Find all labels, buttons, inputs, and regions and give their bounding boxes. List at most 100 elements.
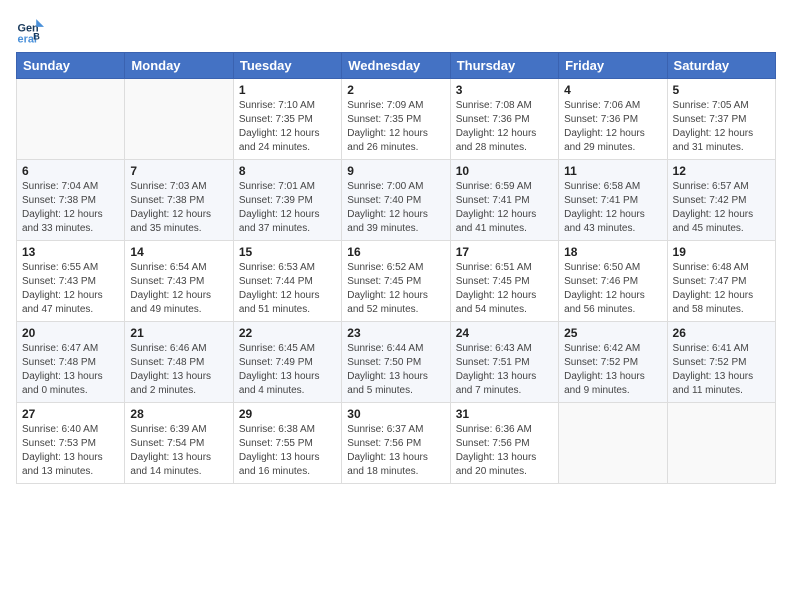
calendar-cell: 21 Sunrise: 6:46 AM Sunset: 7:48 PM Dayli… <box>125 322 233 403</box>
day-number: 5 <box>673 83 770 97</box>
calendar-cell: 11 Sunrise: 6:58 AM Sunset: 7:41 PM Dayli… <box>559 160 667 241</box>
day-info: Sunrise: 6:44 AM Sunset: 7:50 PM Dayligh… <box>347 342 444 398</box>
calendar-week-row: 20Sunrise: 6:47 AM Sunset: 7:48 PM Dayli… <box>17 322 776 403</box>
weekday-header: Friday <box>559 53 667 79</box>
calendar-cell: 20Sunrise: 6:47 AM Sunset: 7:48 PM Dayli… <box>17 322 125 403</box>
weekday-header: Saturday <box>667 53 775 79</box>
day-info: Sunrise: 7:01 AM Sunset: 7:39 PM Dayligh… <box>239 180 336 236</box>
day-number: 26 <box>673 326 770 340</box>
day-number: 8 <box>239 164 336 178</box>
day-info: Sunrise: 7:08 AM Sunset: 7:36 PM Dayligh… <box>456 99 553 155</box>
day-number: 29 <box>239 407 336 421</box>
calendar-cell: 16 Sunrise: 6:52 AM Sunset: 7:45 PM Dayli… <box>342 241 450 322</box>
day-info: Sunrise: 6:37 AM Sunset: 7:56 PM Dayligh… <box>347 423 444 479</box>
calendar-cell: 31 Sunrise: 6:36 AM Sunset: 7:56 PM Dayli… <box>450 403 558 484</box>
calendar-week-row: 13 Sunrise: 6:55 AM Sunset: 7:43 PM Dayli… <box>17 241 776 322</box>
day-info: Sunrise: 6:57 AM Sunset: 7:42 PM Dayligh… <box>673 180 770 236</box>
day-info: Sunrise: 6:43 AM Sunset: 7:51 PM Dayligh… <box>456 342 553 398</box>
day-info: Sunrise: 6:53 AM Sunset: 7:44 PM Dayligh… <box>239 261 336 317</box>
day-info: Sunrise: 6:40 AM Sunset: 7:53 PM Dayligh… <box>22 423 119 479</box>
day-number: 3 <box>456 83 553 97</box>
day-info: Sunrise: 6:58 AM Sunset: 7:41 PM Dayligh… <box>564 180 661 236</box>
day-number: 4 <box>564 83 661 97</box>
day-info: Sunrise: 6:50 AM Sunset: 7:46 PM Dayligh… <box>564 261 661 317</box>
day-info: Sunrise: 6:59 AM Sunset: 7:41 PM Dayligh… <box>456 180 553 236</box>
logo-icon: Gen eral B <box>16 16 44 44</box>
day-number: 31 <box>456 407 553 421</box>
day-number: 9 <box>347 164 444 178</box>
logo: Gen eral B <box>16 16 48 44</box>
calendar-cell: 17 Sunrise: 6:51 AM Sunset: 7:45 PM Dayli… <box>450 241 558 322</box>
day-number: 22 <box>239 326 336 340</box>
calendar-header-row: SundayMondayTuesdayWednesdayThursdayFrid… <box>17 53 776 79</box>
day-info: Sunrise: 6:54 AM Sunset: 7:43 PM Dayligh… <box>130 261 227 317</box>
day-info: Sunrise: 6:39 AM Sunset: 7:54 PM Dayligh… <box>130 423 227 479</box>
calendar-cell: 9 Sunrise: 7:00 AM Sunset: 7:40 PM Daylig… <box>342 160 450 241</box>
day-info: Sunrise: 7:09 AM Sunset: 7:35 PM Dayligh… <box>347 99 444 155</box>
svg-text:B: B <box>33 31 40 41</box>
day-info: Sunrise: 6:52 AM Sunset: 7:45 PM Dayligh… <box>347 261 444 317</box>
day-number: 28 <box>130 407 227 421</box>
calendar-cell: 28 Sunrise: 6:39 AM Sunset: 7:54 PM Dayli… <box>125 403 233 484</box>
day-info: Sunrise: 6:55 AM Sunset: 7:43 PM Dayligh… <box>22 261 119 317</box>
day-number: 2 <box>347 83 444 97</box>
calendar-cell: 25Sunrise: 6:42 AM Sunset: 7:52 PM Dayli… <box>559 322 667 403</box>
day-info: Sunrise: 7:05 AM Sunset: 7:37 PM Dayligh… <box>673 99 770 155</box>
weekday-header: Sunday <box>17 53 125 79</box>
calendar-cell: 26Sunrise: 6:41 AM Sunset: 7:52 PM Dayli… <box>667 322 775 403</box>
day-info: Sunrise: 6:36 AM Sunset: 7:56 PM Dayligh… <box>456 423 553 479</box>
calendar-cell: 12 Sunrise: 6:57 AM Sunset: 7:42 PM Dayli… <box>667 160 775 241</box>
calendar-week-row: 6 Sunrise: 7:04 AM Sunset: 7:38 PM Daylig… <box>17 160 776 241</box>
calendar-week-row: 1Sunrise: 7:10 AM Sunset: 7:35 PM Daylig… <box>17 79 776 160</box>
day-number: 30 <box>347 407 444 421</box>
calendar-cell: 18Sunrise: 6:50 AM Sunset: 7:46 PM Dayli… <box>559 241 667 322</box>
day-number: 19 <box>673 245 770 259</box>
day-number: 16 <box>347 245 444 259</box>
calendar-cell: 22Sunrise: 6:45 AM Sunset: 7:49 PM Dayli… <box>233 322 341 403</box>
day-number: 23 <box>347 326 444 340</box>
calendar-cell: 29Sunrise: 6:38 AM Sunset: 7:55 PM Dayli… <box>233 403 341 484</box>
calendar-cell: 8 Sunrise: 7:01 AM Sunset: 7:39 PM Daylig… <box>233 160 341 241</box>
day-number: 10 <box>456 164 553 178</box>
weekday-header: Thursday <box>450 53 558 79</box>
calendar-cell: 7Sunrise: 7:03 AM Sunset: 7:38 PM Daylig… <box>125 160 233 241</box>
calendar: SundayMondayTuesdayWednesdayThursdayFrid… <box>16 52 776 484</box>
calendar-cell: 4 Sunrise: 7:06 AM Sunset: 7:36 PM Daylig… <box>559 79 667 160</box>
calendar-cell: 1Sunrise: 7:10 AM Sunset: 7:35 PM Daylig… <box>233 79 341 160</box>
calendar-cell: 30 Sunrise: 6:37 AM Sunset: 7:56 PM Dayli… <box>342 403 450 484</box>
page-header: Gen eral B <box>16 16 776 44</box>
day-number: 17 <box>456 245 553 259</box>
calendar-cell <box>125 79 233 160</box>
calendar-cell <box>667 403 775 484</box>
day-info: Sunrise: 6:51 AM Sunset: 7:45 PM Dayligh… <box>456 261 553 317</box>
day-number: 14 <box>130 245 227 259</box>
day-number: 21 <box>130 326 227 340</box>
day-number: 15 <box>239 245 336 259</box>
day-info: Sunrise: 6:42 AM Sunset: 7:52 PM Dayligh… <box>564 342 661 398</box>
calendar-cell <box>559 403 667 484</box>
day-info: Sunrise: 7:04 AM Sunset: 7:38 PM Dayligh… <box>22 180 119 236</box>
day-info: Sunrise: 6:48 AM Sunset: 7:47 PM Dayligh… <box>673 261 770 317</box>
calendar-cell: 10 Sunrise: 6:59 AM Sunset: 7:41 PM Dayli… <box>450 160 558 241</box>
day-info: Sunrise: 7:00 AM Sunset: 7:40 PM Dayligh… <box>347 180 444 236</box>
calendar-cell <box>17 79 125 160</box>
calendar-cell: 15 Sunrise: 6:53 AM Sunset: 7:44 PM Dayli… <box>233 241 341 322</box>
weekday-header: Monday <box>125 53 233 79</box>
day-info: Sunrise: 7:06 AM Sunset: 7:36 PM Dayligh… <box>564 99 661 155</box>
weekday-header: Wednesday <box>342 53 450 79</box>
day-info: Sunrise: 6:46 AM Sunset: 7:48 PM Dayligh… <box>130 342 227 398</box>
day-number: 12 <box>673 164 770 178</box>
day-info: Sunrise: 6:47 AM Sunset: 7:48 PM Dayligh… <box>22 342 119 398</box>
day-number: 6 <box>22 164 119 178</box>
calendar-cell: 3 Sunrise: 7:08 AM Sunset: 7:36 PM Daylig… <box>450 79 558 160</box>
day-number: 11 <box>564 164 661 178</box>
day-number: 13 <box>22 245 119 259</box>
calendar-week-row: 27Sunrise: 6:40 AM Sunset: 7:53 PM Dayli… <box>17 403 776 484</box>
day-info: Sunrise: 7:03 AM Sunset: 7:38 PM Dayligh… <box>130 180 227 236</box>
calendar-cell: 23 Sunrise: 6:44 AM Sunset: 7:50 PM Dayli… <box>342 322 450 403</box>
calendar-cell: 2 Sunrise: 7:09 AM Sunset: 7:35 PM Daylig… <box>342 79 450 160</box>
calendar-cell: 24 Sunrise: 6:43 AM Sunset: 7:51 PM Dayli… <box>450 322 558 403</box>
calendar-cell: 6 Sunrise: 7:04 AM Sunset: 7:38 PM Daylig… <box>17 160 125 241</box>
weekday-header: Tuesday <box>233 53 341 79</box>
day-number: 24 <box>456 326 553 340</box>
